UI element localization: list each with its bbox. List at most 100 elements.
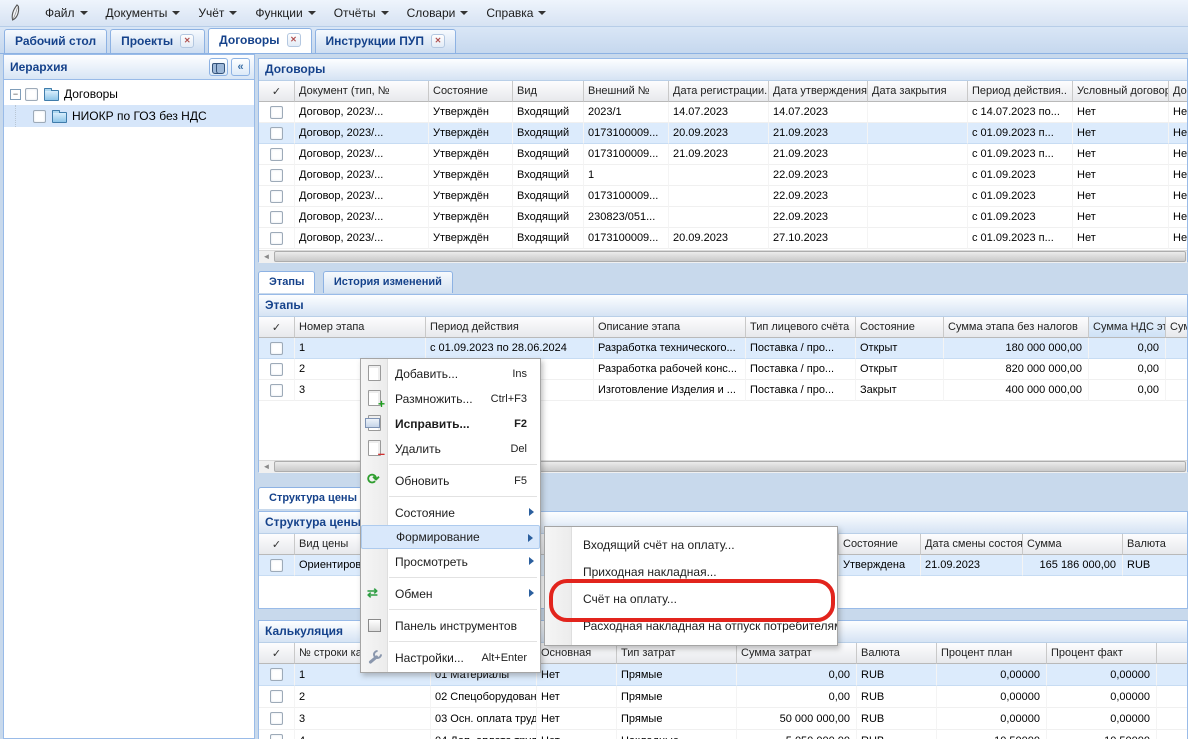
- tab-Проекты[interactable]: Проекты: [110, 29, 205, 53]
- select-all-column[interactable]: ✓: [259, 534, 295, 555]
- submenu-item-Входящий счёт на оплату...[interactable]: Входящий счёт на оплату...: [545, 532, 837, 559]
- menu-item-Формирование[interactable]: Формирование: [361, 525, 540, 549]
- column-header[interactable]: Основная: [537, 643, 617, 664]
- tree-node-niokr[interactable]: НИОКР по ГОЗ без НДС: [4, 105, 254, 127]
- menu-Файл[interactable]: Файл: [36, 3, 97, 23]
- collapse-node-icon[interactable]: −: [10, 89, 21, 100]
- row-checkbox[interactable]: [270, 712, 283, 725]
- column-header[interactable]: Валюта: [1123, 534, 1187, 555]
- submenu-item-Приходная накладная...[interactable]: Приходная накладная...: [545, 559, 837, 586]
- submenu-item-Счёт на оплату...[interactable]: Счёт на оплату...: [545, 586, 837, 613]
- close-tab-icon[interactable]: [287, 33, 301, 47]
- column-header[interactable]: Период действия..: [968, 81, 1073, 102]
- row-checkbox[interactable]: [270, 232, 283, 245]
- menu-item-Настройки...[interactable]: Настройки...Alt+Enter: [361, 645, 540, 670]
- row-checkbox[interactable]: [270, 127, 283, 140]
- menu-item-Панель инструментов[interactable]: Панель инструментов: [361, 613, 540, 638]
- close-tab-icon[interactable]: [180, 34, 194, 48]
- menu-Функции[interactable]: Функции: [246, 3, 324, 23]
- table-row[interactable]: Договор, 2023/...УтверждёнВходящий2023/1…: [259, 102, 1187, 123]
- table-row[interactable]: 202 СпецоборудованиеНетПрямые0,00RUB0,00…: [259, 686, 1187, 708]
- menu-item-Обмен[interactable]: Обмен: [361, 581, 540, 606]
- row-checkbox[interactable]: [270, 668, 283, 681]
- column-header[interactable]: Документ (тип, №: [295, 81, 429, 102]
- column-header[interactable]: Процент план: [937, 643, 1047, 664]
- row-checkbox[interactable]: [270, 148, 283, 161]
- column-header[interactable]: Тип затрат: [617, 643, 737, 664]
- table-row[interactable]: Договор, 2023/...УтверждёнВходящий017310…: [259, 144, 1187, 165]
- row-checkbox[interactable]: [270, 559, 283, 572]
- column-header[interactable]: Сумма: [1023, 534, 1123, 555]
- tab-Инструкции ПУП[interactable]: Инструкции ПУП: [315, 29, 456, 53]
- column-header[interactable]: Дата регистрации.: [669, 81, 769, 102]
- menu-Документы[interactable]: Документы: [97, 3, 190, 23]
- tree-node-contracts[interactable]: − Договоры: [4, 83, 254, 105]
- column-header[interactable]: Тип лицевого счёта: [746, 317, 856, 338]
- menu-item-Просмотреть[interactable]: Просмотреть: [361, 549, 540, 574]
- menu-item-Удалить[interactable]: УдалитьDel: [361, 436, 540, 461]
- column-header[interactable]: Номер этапа: [295, 317, 426, 338]
- row-checkbox[interactable]: [270, 363, 283, 376]
- menu-item-Добавить...[interactable]: Добавить...Ins: [361, 361, 540, 386]
- table-row[interactable]: Договор, 2023/...УтверждёнВходящий017310…: [259, 228, 1187, 249]
- tab-Договоры[interactable]: Договоры: [208, 28, 311, 53]
- collapse-panel-icon[interactable]: «: [231, 58, 250, 76]
- table-row[interactable]: 404 Доп. оплата трудаНетНакладные5 050 0…: [259, 730, 1187, 739]
- menu-item-Размножить...[interactable]: Размножить...Ctrl+F3: [361, 386, 540, 411]
- column-header[interactable]: Сумма НДС этапа: [1089, 317, 1166, 338]
- select-all-column[interactable]: ✓: [259, 317, 295, 338]
- tab-history[interactable]: История изменений: [323, 271, 453, 293]
- search-icon[interactable]: [209, 58, 228, 76]
- column-header[interactable]: Процент факт: [1047, 643, 1157, 664]
- submenu-item-Расходная накладная на отпуск потребителям...[interactable]: Расходная накладная на отпуск потребител…: [545, 613, 837, 640]
- tree-checkbox[interactable]: [25, 88, 38, 101]
- column-header[interactable]: Состояние: [839, 534, 921, 555]
- menu-item-Обновить[interactable]: ОбновитьF5: [361, 468, 540, 493]
- column-header[interactable]: Условный договор: [1073, 81, 1169, 102]
- column-header[interactable]: Описание этапа: [594, 317, 746, 338]
- menu-Учёт[interactable]: Учёт: [189, 3, 246, 23]
- scroll-left-icon[interactable]: ◄: [259, 461, 274, 473]
- column-header[interactable]: Состояние: [856, 317, 944, 338]
- column-header[interactable]: Сумма эт: [1166, 317, 1187, 338]
- row-checkbox[interactable]: [270, 384, 283, 397]
- row-checkbox[interactable]: [270, 106, 283, 119]
- row-checkbox[interactable]: [270, 169, 283, 182]
- table-row[interactable]: 1с 01.09.2023 по 28.06.2024Разработка те…: [259, 338, 1187, 359]
- scroll-left-icon[interactable]: ◄: [259, 251, 274, 263]
- row-checkbox[interactable]: [270, 734, 283, 739]
- table-row[interactable]: 303 Осн. оплата трудаНетПрямые50 000 000…: [259, 708, 1187, 730]
- tab-Рабочий стол[interactable]: Рабочий стол: [4, 29, 107, 53]
- menu-item-Состояние[interactable]: Состояние: [361, 500, 540, 525]
- column-header[interactable]: Период действия: [426, 317, 594, 338]
- select-all-column[interactable]: ✓: [259, 81, 295, 102]
- column-header[interactable]: Договор: [1169, 81, 1187, 102]
- column-header[interactable]: Сумма этапа без налогов: [944, 317, 1089, 338]
- column-header[interactable]: Дата утверждения: [769, 81, 868, 102]
- column-header[interactable]: Дата закрытия: [868, 81, 968, 102]
- scrollbar-thumb[interactable]: [274, 251, 1186, 262]
- tab-price-structure[interactable]: Структура цены: [258, 487, 368, 509]
- row-checkbox[interactable]: [270, 690, 283, 703]
- column-header[interactable]: Вид: [513, 81, 584, 102]
- row-checkbox[interactable]: [270, 342, 283, 355]
- column-header[interactable]: Валюта: [857, 643, 937, 664]
- column-header[interactable]: Сумма затрат: [737, 643, 857, 664]
- table-row[interactable]: Договор, 2023/...УтверждёнВходящий017310…: [259, 186, 1187, 207]
- tree-checkbox[interactable]: [33, 110, 46, 123]
- select-all-column[interactable]: ✓: [259, 643, 295, 664]
- table-row[interactable]: Договор, 2023/...УтверждёнВходящий230823…: [259, 207, 1187, 228]
- menu-item-Исправить...[interactable]: Исправить...F2: [361, 411, 540, 436]
- tab-stages[interactable]: Этапы: [258, 271, 315, 293]
- column-header[interactable]: Внешний №: [584, 81, 669, 102]
- menu-Отчёты[interactable]: Отчёты: [325, 3, 398, 23]
- row-checkbox[interactable]: [270, 190, 283, 203]
- row-checkbox[interactable]: [270, 211, 283, 224]
- close-tab-icon[interactable]: [431, 34, 445, 48]
- column-header[interactable]: Дата смены состояния: [921, 534, 1023, 555]
- column-header[interactable]: Состояние: [429, 81, 513, 102]
- menu-Словари[interactable]: Словари: [398, 3, 478, 23]
- horizontal-scrollbar[interactable]: ◄: [259, 250, 1187, 263]
- table-row[interactable]: Договор, 2023/...УтверждёнВходящий017310…: [259, 123, 1187, 144]
- table-row[interactable]: Договор, 2023/...УтверждёнВходящий122.09…: [259, 165, 1187, 186]
